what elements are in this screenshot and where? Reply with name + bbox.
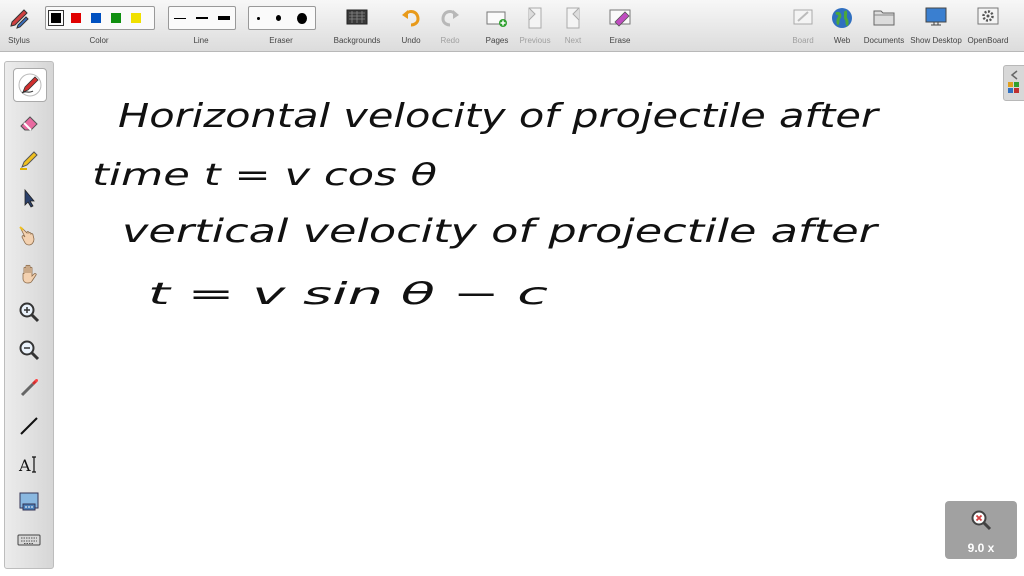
hand-tool[interactable] (13, 258, 45, 290)
previous-page-icon (528, 7, 542, 29)
interact-tool[interactable] (13, 220, 45, 252)
line-tool[interactable] (13, 410, 45, 442)
laser-pointer-icon (20, 379, 38, 397)
capture-tool[interactable] (13, 486, 45, 518)
stylus-icon (10, 9, 29, 29)
line-icon (20, 417, 38, 435)
erase-label: Erase (609, 36, 631, 45)
pen-tool[interactable] (13, 68, 47, 102)
line-label: Line (193, 36, 209, 45)
board-icon (793, 9, 813, 25)
hand-icon (22, 264, 37, 284)
keyboard-icon (17, 534, 41, 546)
color-swatch-black[interactable] (48, 10, 64, 26)
web-label: Web (833, 36, 851, 45)
eraser-tool[interactable] (13, 106, 45, 138)
top-toolbar: Stylus Color Line Eraser Backgrounds Und… (0, 0, 1024, 52)
undo-icon (402, 10, 420, 27)
show-desktop-label: Show Desktop (910, 36, 962, 45)
add-page-icon (486, 11, 507, 27)
zoom-in-icon (19, 302, 40, 323)
zoom-level-label: 9.0 x (967, 541, 995, 555)
pages-label: Pages (485, 36, 509, 45)
library-panel-tab[interactable] (1003, 65, 1024, 101)
zoom-in-tool[interactable] (13, 296, 45, 328)
tool-sidebar: A (4, 61, 54, 569)
handwritten-line-2: time t = v cos θ (92, 158, 437, 193)
next-page-icon (566, 7, 580, 29)
redo-label: Redo (440, 36, 460, 45)
pointing-hand-icon (19, 226, 35, 246)
stylus-label: Stylus (8, 36, 30, 45)
pen-icon (18, 73, 42, 97)
line-width-group (168, 6, 236, 30)
redo-icon (441, 10, 459, 27)
zoom-out-tool[interactable] (13, 334, 45, 366)
undo-label: Undo (401, 36, 421, 45)
capture-icon (19, 492, 39, 511)
color-swatch-green[interactable] (111, 13, 121, 23)
zoom-out-icon (19, 340, 40, 361)
eraser-size-group (248, 6, 316, 30)
eraser-label: Eraser (269, 36, 293, 45)
whiteboard-canvas[interactable]: Horizontal velocity of projectile after … (60, 52, 1000, 572)
openboard-label: OpenBoard (967, 36, 1009, 45)
line-medium[interactable] (196, 17, 208, 19)
documents-label: Documents (863, 36, 905, 45)
arrow-cursor-icon (24, 188, 35, 208)
previous-label: Previous (519, 36, 551, 45)
eraser-large[interactable] (297, 12, 308, 24)
eraser-medium[interactable] (275, 15, 282, 21)
board-label: Board (792, 36, 814, 45)
zoom-indicator[interactable]: 9.0 x (945, 501, 1017, 559)
color-swatch-blue[interactable] (91, 13, 101, 23)
monitor-icon (925, 7, 947, 26)
laser-pointer-tool[interactable] (13, 372, 45, 404)
line-thick[interactable] (218, 16, 230, 20)
library-icon (1008, 70, 1019, 93)
backgrounds-label: Backgrounds (333, 36, 381, 45)
text-tool[interactable]: A (13, 448, 45, 480)
zoom-icon (971, 510, 992, 531)
highlighter-tool[interactable] (13, 144, 45, 176)
backgrounds-icon (346, 9, 368, 25)
text-icon: A (18, 456, 36, 475)
handwritten-line-1: Horizontal velocity of projectile after (118, 96, 881, 135)
globe-icon (832, 8, 852, 28)
svg-text:A: A (18, 456, 31, 475)
keyboard-tool[interactable] (13, 524, 45, 556)
folder-icon (873, 10, 895, 26)
next-label: Next (564, 36, 582, 45)
highlighter-icon (20, 151, 38, 170)
erase-icon (609, 9, 631, 27)
line-thin[interactable] (174, 17, 186, 19)
color-palette (45, 6, 155, 30)
color-label: Color (89, 36, 109, 45)
color-swatch-yellow[interactable] (131, 13, 141, 23)
handwritten-line-3: vertical velocity of projectile after (122, 212, 880, 250)
eraser-icon (20, 116, 38, 131)
gear-icon (977, 7, 999, 25)
handwritten-line-4: t = v sin θ − c (148, 277, 549, 312)
color-swatch-red[interactable] (71, 13, 81, 23)
selector-tool[interactable] (13, 182, 45, 214)
eraser-small[interactable] (257, 16, 260, 20)
